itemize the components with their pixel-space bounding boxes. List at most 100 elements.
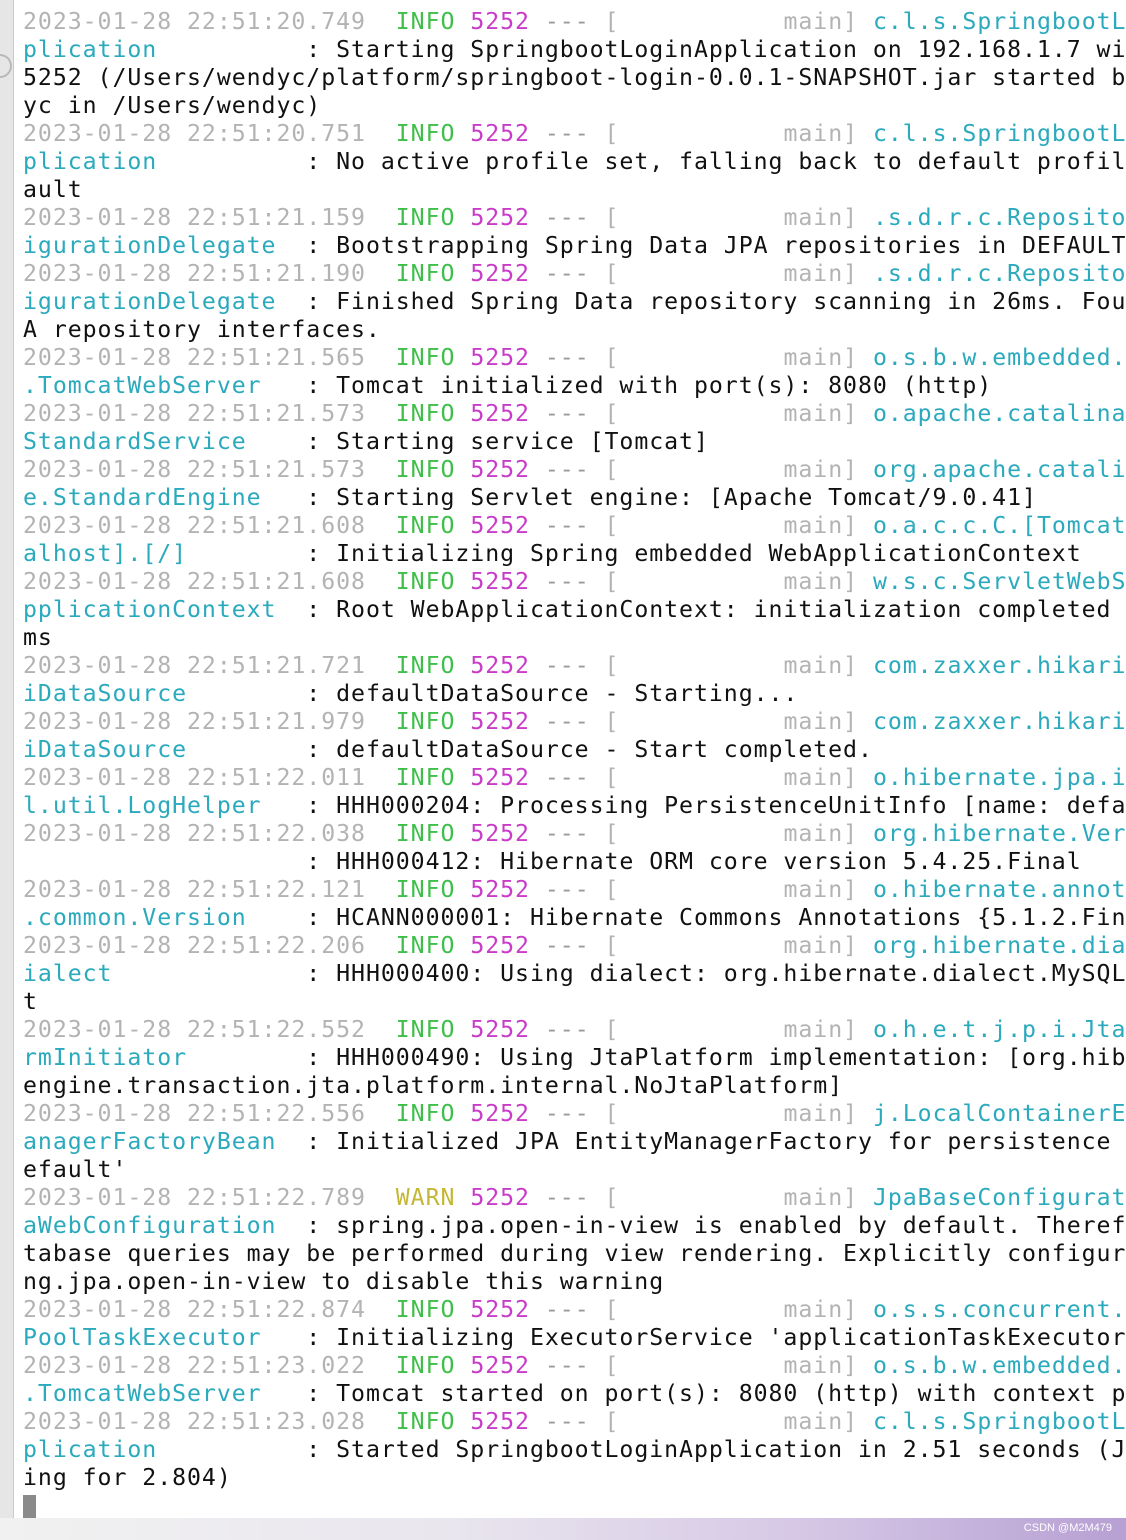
log-level: INFO xyxy=(395,876,456,903)
log-timestamp: 2023-01-28 22:51:20.749 xyxy=(23,8,366,35)
log-separator: --- xyxy=(544,568,590,595)
log-message xyxy=(590,708,605,735)
bottom-strip: CSDN @M2M479 xyxy=(0,1518,1126,1540)
log-timestamp: 2023-01-28 22:51:21.979 xyxy=(23,708,366,735)
log-thread: [ main] xyxy=(604,820,859,847)
log-separator: --- xyxy=(544,1100,590,1127)
log-message xyxy=(455,1184,470,1211)
log-line: 2023-01-28 22:51:21.573 INFO 5252 --- [ … xyxy=(23,456,1126,484)
log-line: pplicationContext : Root WebApplicationC… xyxy=(23,596,1126,624)
log-line: 2023-01-28 22:51:22.552 INFO 5252 --- [ … xyxy=(23,1016,1126,1044)
log-message xyxy=(366,568,396,595)
log-pid: 5252 xyxy=(470,652,530,679)
log-message xyxy=(366,1296,396,1323)
log-timestamp: 2023-01-28 22:51:22.556 xyxy=(23,1100,366,1127)
log-message xyxy=(455,1016,470,1043)
log-timestamp: 2023-01-28 22:51:21.573 xyxy=(23,400,366,427)
log-line: A repository interfaces. xyxy=(23,316,1126,344)
log-message xyxy=(455,1100,470,1127)
log-line: ing for 2.804) xyxy=(23,1464,1126,1492)
log-thread: [ main] xyxy=(604,344,859,371)
log-thread: [ main] xyxy=(604,1352,859,1379)
log-message: ault xyxy=(23,176,83,203)
log-pid: 5252 xyxy=(470,400,530,427)
log-timestamp: 2023-01-28 22:51:21.721 xyxy=(23,652,366,679)
log-message: ms xyxy=(23,624,53,651)
log-message xyxy=(366,1016,396,1043)
log-line: 2023-01-28 22:51:22.011 INFO 5252 --- [ … xyxy=(23,764,1126,792)
log-logger: PoolTaskExecutor xyxy=(23,1324,292,1351)
log-separator: --- xyxy=(544,1296,590,1323)
log-message xyxy=(858,260,873,287)
log-message xyxy=(530,820,545,847)
log-separator: --- xyxy=(544,260,590,287)
log-message: : Root WebApplicationContext: initializa… xyxy=(291,596,1126,623)
log-logger: plication xyxy=(23,148,292,175)
log-message xyxy=(590,876,605,903)
log-level: INFO xyxy=(395,1408,456,1435)
log-message: yc in /Users/wendyc) xyxy=(23,92,322,119)
log-pid: 5252 xyxy=(470,932,530,959)
log-message xyxy=(858,204,873,231)
log-logger: o.a.c.c.C.[Tomcat].[lo xyxy=(872,512,1126,539)
log-thread: [ main] xyxy=(604,876,859,903)
log-separator: --- xyxy=(544,8,590,35)
log-timestamp: 2023-01-28 22:51:22.038 xyxy=(23,820,366,847)
log-line: l.util.LogHelper : HHH000204: Processing… xyxy=(23,792,1126,820)
log-logger: .s.d.r.c.RepositoryCon xyxy=(872,260,1126,287)
log-message: : Finished Spring Data repository scanni… xyxy=(291,288,1126,315)
log-message xyxy=(590,1296,605,1323)
log-timestamp: 2023-01-28 22:51:21.608 xyxy=(23,512,366,539)
log-message xyxy=(530,1352,545,1379)
log-logger: j.LocalContainerEntity xyxy=(872,1100,1126,1127)
log-message xyxy=(530,708,545,735)
log-logger: c.l.s.SpringbootLoginA xyxy=(872,1408,1126,1435)
log-thread: [ main] xyxy=(604,400,859,427)
log-line: ms xyxy=(23,624,1126,652)
log-pid: 5252 xyxy=(470,764,530,791)
log-message xyxy=(590,260,605,287)
log-thread: [ main] xyxy=(604,120,859,147)
log-logger: o.h.e.t.j.p.i.JtaPlatf xyxy=(872,1016,1126,1043)
log-message xyxy=(366,876,396,903)
log-thread: [ main] xyxy=(604,932,859,959)
log-message xyxy=(590,456,605,483)
log-message xyxy=(590,932,605,959)
log-message xyxy=(590,1184,605,1211)
log-message xyxy=(530,344,545,371)
log-thread: [ main] xyxy=(604,1184,859,1211)
log-message: : HHH000412: Hibernate ORM core version … xyxy=(291,848,1082,875)
log-timestamp: 2023-01-28 22:51:22.874 xyxy=(23,1296,366,1323)
log-line: 5252 (/Users/wendyc/platform/springboot-… xyxy=(23,64,1126,92)
log-message xyxy=(455,260,470,287)
log-logger: rmInitiator xyxy=(23,1044,292,1071)
log-message xyxy=(366,820,396,847)
log-message xyxy=(858,1016,873,1043)
log-thread: [ main] xyxy=(604,1100,859,1127)
terminal-window[interactable]: 2023-01-28 22:51:20.749 INFO 5252 --- [ … xyxy=(0,0,1126,1540)
log-pid: 5252 xyxy=(470,8,530,35)
log-output[interactable]: 2023-01-28 22:51:20.749 INFO 5252 --- [ … xyxy=(23,8,1126,1520)
log-message xyxy=(530,1184,545,1211)
log-message: : Started SpringbootLoginApplication in … xyxy=(291,1436,1126,1463)
log-timestamp: 2023-01-28 22:51:21.190 xyxy=(23,260,366,287)
log-message xyxy=(858,568,873,595)
log-message xyxy=(530,1296,545,1323)
block-cursor-icon xyxy=(23,1495,36,1519)
log-message xyxy=(858,1296,873,1323)
log-message xyxy=(366,652,396,679)
log-level: INFO xyxy=(395,400,456,427)
log-line: 2023-01-28 22:51:20.751 INFO 5252 --- [ … xyxy=(23,120,1126,148)
log-message xyxy=(455,204,470,231)
log-timestamp: 2023-01-28 22:51:22.011 xyxy=(23,764,366,791)
prompt-line[interactable] xyxy=(23,1492,1126,1520)
log-thread: [ main] xyxy=(604,1016,859,1043)
log-message: : HHH000490: Using JtaPlatform implement… xyxy=(291,1044,1126,1071)
log-message xyxy=(590,568,605,595)
log-message xyxy=(590,764,605,791)
log-message xyxy=(858,708,873,735)
log-timestamp: 2023-01-28 22:51:22.121 xyxy=(23,876,366,903)
log-level: INFO xyxy=(395,1296,456,1323)
log-message: : HHH000204: Processing PersistenceUnitI… xyxy=(291,792,1126,819)
log-message xyxy=(455,876,470,903)
